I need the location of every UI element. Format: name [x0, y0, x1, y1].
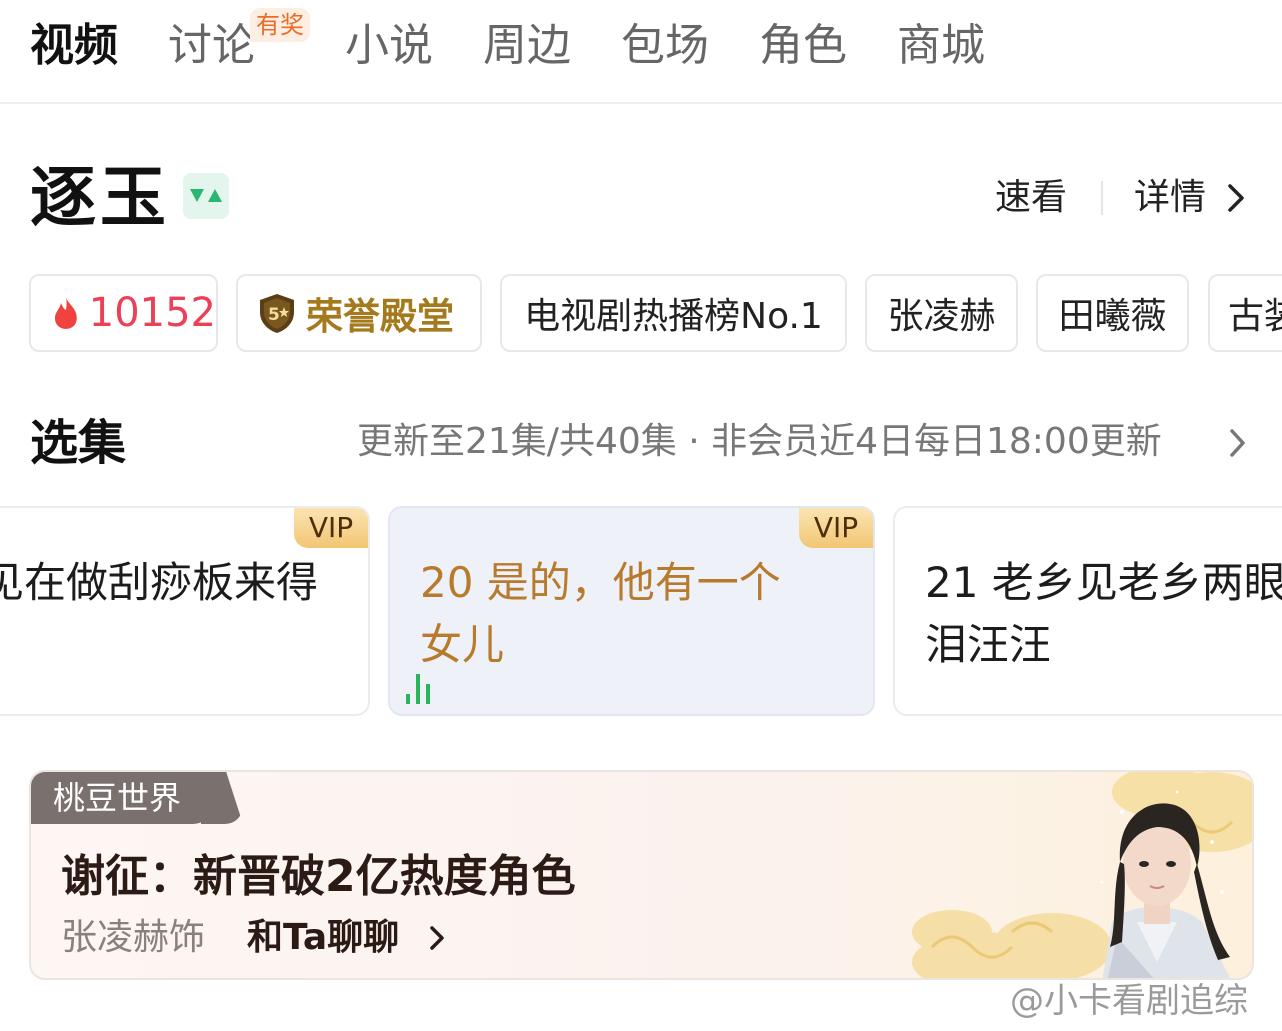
- episodes-title: 选集: [30, 415, 127, 471]
- tag-chip[interactable]: 张凌赫: [865, 274, 1018, 352]
- tab-video[interactable]: 视频: [30, 18, 118, 74]
- quick-look-button[interactable]: 速看: [995, 176, 1067, 220]
- episode-title-line: 女儿: [420, 620, 505, 669]
- honor-hall-chip[interactable]: 5 荣誉殿堂: [236, 274, 482, 352]
- episode-title-line: 20 是的，他有一个: [420, 558, 781, 607]
- character-portrait: [912, 772, 1252, 978]
- vip-badge: VIP: [294, 508, 368, 548]
- watermark: @小卡看剧追综: [1010, 981, 1248, 1021]
- top-tab-bar: 视频 讨论 有奖 小说 周边 包场 角色 商城: [0, 0, 1282, 104]
- honor-shield-icon: 5: [260, 294, 294, 333]
- reward-badge: 有奖: [250, 8, 310, 42]
- peach-world-banner[interactable]: 桃豆世界 谢征：新晋破2亿热度角色 张凌赫饰 和Ta聊聊: [29, 770, 1254, 980]
- episode-title-line: 21 老乡见老乡两眼: [925, 558, 1282, 607]
- banner-role: 张凌赫饰: [61, 917, 206, 958]
- playing-bars-icon: [406, 674, 430, 704]
- banner-tag: 桃豆世界: [31, 772, 213, 824]
- heat-value: 10152: [88, 290, 216, 336]
- tag-chip[interactable]: 电视剧热播榜No.1: [500, 274, 847, 352]
- episode-card[interactable]: VIP 见在做刮痧板来得: [0, 506, 370, 716]
- chevron-right-icon[interactable]: [1224, 425, 1250, 461]
- chevron-right-icon[interactable]: [427, 922, 447, 954]
- episode-title-line: 见在做刮痧板来得: [0, 558, 319, 607]
- flame-icon: [54, 297, 77, 329]
- chevron-right-icon[interactable]: [1222, 180, 1250, 216]
- banner-title: 谢征：新晋破2亿热度角色: [61, 851, 576, 902]
- episode-title-line: 泪汪汪: [925, 620, 1052, 669]
- honor-hall-label: 荣誉殿堂: [306, 295, 454, 338]
- play-triangles-icon: [183, 173, 229, 219]
- episode-card-current[interactable]: VIP 20 是的，他有一个 女儿: [388, 506, 875, 716]
- show-title: 逐玉: [30, 159, 170, 236]
- tab-characters[interactable]: 角色: [759, 18, 847, 74]
- tag-chip[interactable]: 田曦薇: [1036, 274, 1189, 352]
- details-button[interactable]: 详情: [1134, 176, 1206, 220]
- tab-novel[interactable]: 小说: [345, 18, 433, 74]
- shield-number: 5: [268, 305, 280, 325]
- tab-discussion[interactable]: 讨论: [168, 18, 256, 74]
- chat-button[interactable]: 和Ta聊聊: [247, 914, 399, 962]
- vip-badge: VIP: [799, 508, 873, 548]
- episodes-update-info[interactable]: 更新至21集/共40集 · 非会员近4日每日18:00更新: [357, 418, 1162, 466]
- tab-merch[interactable]: 周边: [483, 18, 571, 74]
- heat-chip[interactable]: 10152: [29, 274, 218, 352]
- tab-screening[interactable]: 包场: [621, 18, 709, 74]
- tab-mall[interactable]: 商城: [897, 18, 985, 74]
- tag-chip[interactable]: 古装: [1208, 274, 1282, 352]
- episode-card[interactable]: 21 老乡见老乡两眼 泪汪汪: [893, 506, 1282, 716]
- divider: [1101, 181, 1103, 215]
